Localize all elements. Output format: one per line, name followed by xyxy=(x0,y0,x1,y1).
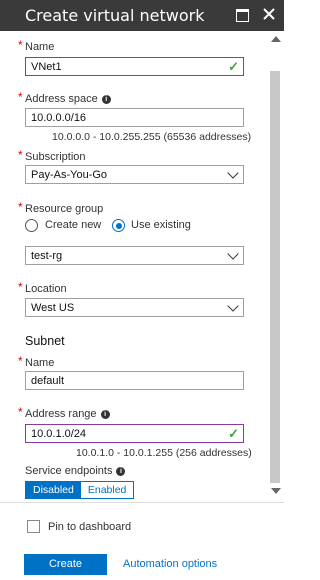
form-scroll-area: * Name VNet1 ✓ * Address space i 10.0.0.0/16… xyxy=(0,31,284,502)
address-space-label: * Address space i xyxy=(18,90,111,105)
subscription-dropdown[interactable]: Pay-As-You-Go xyxy=(25,165,244,184)
address-space-hint: 10.0.0.0 - 10.0.255.255 (65536 addresses… xyxy=(52,131,252,143)
location-label: * Location xyxy=(18,280,67,295)
required-marker: * xyxy=(18,38,23,52)
resource-group-label: * Resource group xyxy=(18,200,104,215)
address-range-label: * Address range i xyxy=(18,405,110,420)
service-endpoints-label: Service endpoints i xyxy=(25,465,126,477)
close-icon[interactable] xyxy=(262,7,278,23)
address-range-input[interactable]: 10.0.1.0/24 ✓ xyxy=(25,424,244,443)
subnet-name-label: * Name xyxy=(18,354,55,369)
chevron-down-icon xyxy=(227,248,239,260)
close-icon-svg xyxy=(263,8,275,20)
location-dropdown[interactable]: West US xyxy=(25,298,244,317)
subnet-name-input[interactable]: default xyxy=(25,371,244,390)
chevron-down-icon xyxy=(227,300,239,312)
blade-header: Create virtual network xyxy=(0,0,284,31)
scrollbar-thumb[interactable] xyxy=(270,71,280,483)
automation-options-link[interactable]: Automation options xyxy=(123,558,217,570)
create-new-label[interactable]: Create new xyxy=(45,219,101,231)
pin-to-dashboard-checkbox[interactable] xyxy=(27,520,40,533)
use-existing-radio[interactable] xyxy=(112,219,125,232)
subnet-heading: Subnet xyxy=(25,334,65,348)
name-label: * Name xyxy=(18,38,55,53)
subscription-label: * Subscription xyxy=(18,148,86,163)
scroll-down-icon[interactable] xyxy=(271,488,281,494)
address-space-input[interactable]: 10.0.0.0/16 xyxy=(25,108,244,127)
chevron-down-icon xyxy=(227,167,239,179)
pin-to-dashboard-label[interactable]: Pin to dashboard xyxy=(48,521,131,533)
create-new-radio[interactable] xyxy=(25,219,38,232)
blade-title: Create virtual network xyxy=(25,6,205,25)
disabled-option[interactable]: Disabled xyxy=(26,482,81,498)
service-endpoints-toggle: Disabled Enabled xyxy=(25,481,135,499)
info-icon[interactable]: i xyxy=(101,95,111,104)
address-range-hint: 10.0.1.0 - 10.0.1.255 (256 addresses) xyxy=(76,447,252,459)
resource-group-dropdown[interactable]: test-rg xyxy=(25,246,244,265)
info-icon[interactable]: i xyxy=(116,467,126,476)
create-button[interactable]: Create xyxy=(24,554,107,575)
check-icon: ✓ xyxy=(228,426,239,441)
info-icon[interactable]: i xyxy=(100,410,110,419)
name-input[interactable]: VNet1 ✓ xyxy=(25,57,244,76)
blade-footer: Pin to dashboard Create Automation optio… xyxy=(0,502,284,580)
vertical-scrollbar[interactable] xyxy=(268,31,284,502)
scroll-up-icon[interactable] xyxy=(271,36,281,42)
use-existing-label[interactable]: Use existing xyxy=(131,219,191,231)
enabled-option[interactable]: Enabled xyxy=(80,482,134,498)
maximize-icon[interactable] xyxy=(235,7,251,23)
check-icon: ✓ xyxy=(228,59,239,74)
